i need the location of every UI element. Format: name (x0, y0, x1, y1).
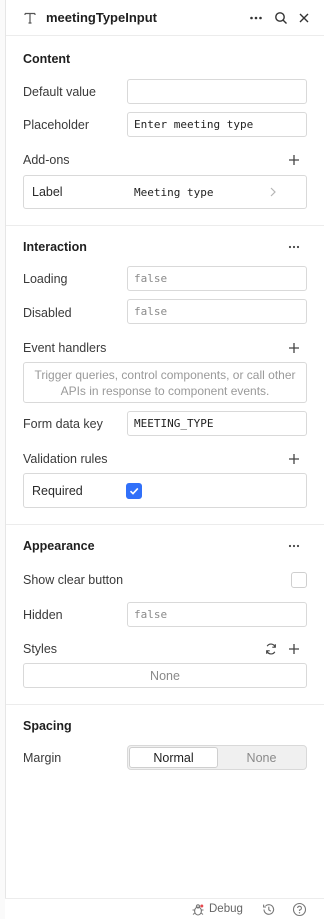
section-title-content: Content (23, 52, 71, 66)
addon-row-value: Meeting type (134, 186, 214, 199)
inspector-panel: meetingTypeInput Content Default value P… (5, 0, 324, 898)
debug-button[interactable]: Debug (209, 903, 243, 915)
disabled-label: Disabled (23, 306, 72, 320)
margin-label: Margin (23, 751, 62, 765)
placeholder-label: Placeholder (23, 118, 90, 132)
footer-bar: Debug (5, 898, 324, 919)
interaction-more-icon[interactable] (286, 239, 302, 255)
divider (6, 225, 324, 226)
inspector-header: meetingTypeInput (6, 0, 324, 36)
add-validation-rule-button[interactable] (286, 451, 302, 467)
loading-input[interactable]: false (127, 266, 307, 291)
placeholder-input[interactable]: Enter meeting type (127, 112, 307, 137)
refresh-icon[interactable] (263, 641, 279, 657)
plus-icon (289, 454, 299, 464)
form-data-key-label: Form data key (23, 417, 103, 431)
section-title-appearance: Appearance (23, 539, 95, 553)
search-icon[interactable] (271, 8, 291, 28)
divider (6, 704, 324, 705)
event-handlers-empty-text: Trigger queries, control components, or … (34, 367, 296, 398)
event-handlers-empty[interactable]: Trigger queries, control components, or … (23, 362, 307, 403)
help-icon[interactable] (292, 902, 307, 917)
check-icon (129, 487, 139, 495)
text-type-icon (22, 10, 38, 26)
hidden-label: Hidden (23, 608, 63, 622)
styles-box[interactable]: None (23, 663, 307, 688)
default-value-input[interactable] (127, 79, 307, 104)
plus-icon (289, 155, 299, 165)
divider (6, 524, 324, 525)
add-addon-button[interactable] (286, 152, 302, 168)
section-title-interaction: Interaction (23, 240, 87, 254)
disabled-input[interactable]: false (127, 299, 307, 324)
appearance-more-icon[interactable] (286, 538, 302, 554)
loading-label: Loading (23, 272, 68, 286)
default-value-label: Default value (23, 85, 96, 99)
addons-label: Add-ons (23, 153, 70, 167)
more-icon[interactable] (246, 8, 266, 28)
styles-label: Styles (23, 642, 58, 656)
form-data-key-input[interactable]: MEETING_TYPE (127, 411, 307, 436)
close-icon[interactable] (294, 8, 314, 28)
bug-icon (191, 903, 205, 917)
add-style-button[interactable] (286, 641, 302, 657)
required-checkbox[interactable] (126, 483, 142, 499)
component-name[interactable]: meetingTypeInput (46, 10, 157, 25)
addon-row[interactable]: Label Meeting type (23, 175, 307, 209)
validation-rule-required: Required (23, 473, 307, 508)
show-clear-button-label: Show clear button (23, 573, 124, 587)
margin-option-normal[interactable]: Normal (129, 747, 218, 768)
addon-row-label: Label (32, 185, 63, 199)
show-clear-button-checkbox[interactable] (291, 572, 307, 588)
hidden-input[interactable]: false (127, 602, 307, 627)
plus-icon (289, 644, 299, 654)
required-label: Required (32, 484, 83, 498)
add-event-handler-button[interactable] (286, 340, 302, 356)
event-handlers-label: Event handlers (23, 341, 107, 355)
chevron-right-icon (268, 186, 278, 201)
margin-segmented-control: Normal None (127, 745, 307, 770)
validation-rules-label: Validation rules (23, 452, 108, 466)
section-title-spacing: Spacing (23, 719, 72, 733)
margin-option-none[interactable]: None (218, 747, 305, 768)
history-icon[interactable] (261, 902, 276, 917)
styles-value: None (150, 668, 180, 683)
plus-icon (289, 343, 299, 353)
